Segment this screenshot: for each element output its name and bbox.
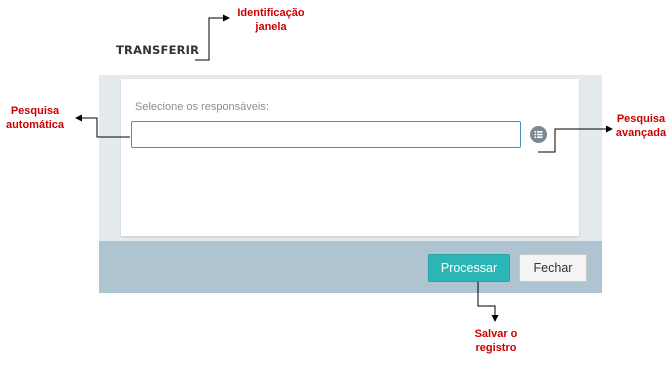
window-title: TRANSFERIR	[116, 43, 200, 57]
list-icon	[534, 131, 543, 138]
process-button[interactable]: Processar	[428, 254, 510, 282]
close-button[interactable]: Fechar	[519, 254, 587, 282]
window-id-arrow	[195, 14, 230, 61]
annotation-window-id: Identificação janela	[237, 7, 305, 33]
transfer-dialog: Selecione os responsáveis: Processar Fec…	[99, 75, 602, 293]
annotation-advanced-search: Pesquisa avançada	[615, 113, 667, 139]
responsibles-label: Selecione os responsáveis:	[135, 101, 269, 113]
advanced-search-button[interactable]	[530, 126, 547, 143]
annotation-auto-search: Pesquisa automática	[5, 105, 65, 131]
auto-search-input[interactable]	[131, 121, 521, 148]
form-card: Selecione os responsáveis:	[121, 79, 579, 236]
annotation-save-record: Salvar o registro	[474, 328, 518, 354]
dialog-footer: Processar Fechar	[99, 241, 602, 293]
